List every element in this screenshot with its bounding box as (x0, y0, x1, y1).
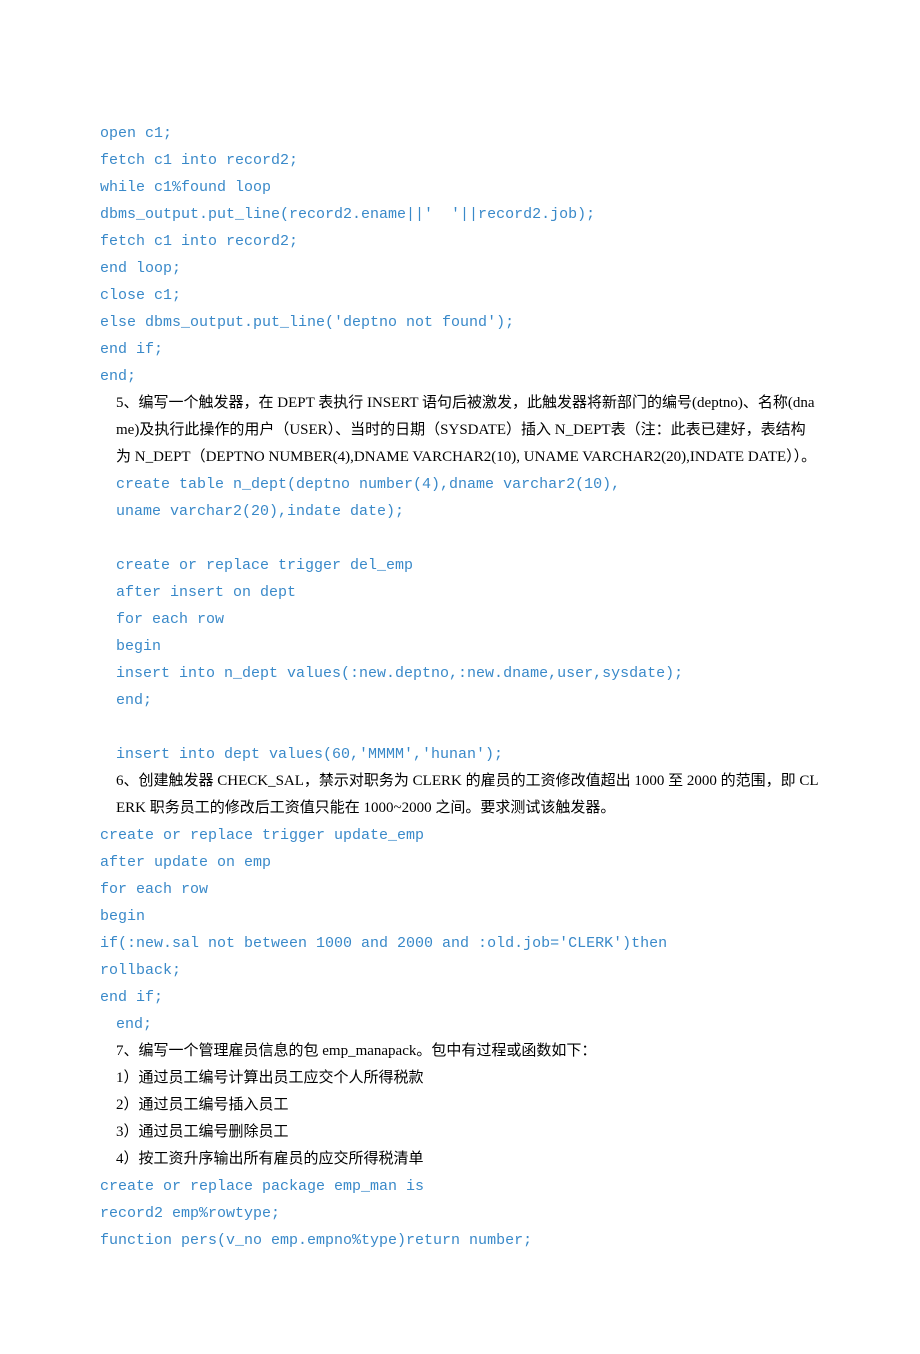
document-line (100, 714, 820, 741)
document-line: 6、创建触发器 CHECK_SAL，禁示对职务为 CLERK 的雇员的工资修改值… (100, 768, 820, 822)
document-line: 3）通过员工编号删除员工 (100, 1119, 820, 1146)
document-line: dbms_output.put_line(record2.ename||' '|… (100, 201, 820, 228)
document-line: 4）按工资升序输出所有雇员的应交所得税清单 (100, 1146, 820, 1173)
document-line: create table n_dept(deptno number(4),dna… (100, 471, 820, 498)
document-line: begin (100, 903, 820, 930)
document-line: begin (100, 633, 820, 660)
document-line: end loop; (100, 255, 820, 282)
document-line: uname varchar2(20),indate date); (100, 498, 820, 525)
document-line: fetch c1 into record2; (100, 147, 820, 174)
document-line: for each row (100, 606, 820, 633)
document-line: while c1%found loop (100, 174, 820, 201)
document-line: end if; (100, 336, 820, 363)
document-line: insert into dept values(60,'MMMM','hunan… (100, 741, 820, 768)
document-line: create or replace trigger update_emp (100, 822, 820, 849)
document-line: else dbms_output.put_line('deptno not fo… (100, 309, 820, 336)
document-line: create or replace trigger del_emp (100, 552, 820, 579)
document-line: if(:new.sal not between 1000 and 2000 an… (100, 930, 820, 957)
document-line: end; (100, 363, 820, 390)
document-line: after update on emp (100, 849, 820, 876)
document-line: close c1; (100, 282, 820, 309)
document-line: end; (100, 687, 820, 714)
document-line: function pers(v_no emp.empno%type)return… (100, 1227, 820, 1254)
document-line: create or replace package emp_man is (100, 1173, 820, 1200)
document-line: 2）通过员工编号插入员工 (100, 1092, 820, 1119)
document-line: insert into n_dept values(:new.deptno,:n… (100, 660, 820, 687)
document-line: end if; (100, 984, 820, 1011)
document-line: fetch c1 into record2; (100, 228, 820, 255)
document-line: record2 emp%rowtype; (100, 1200, 820, 1227)
document-line: 5、编写一个触发器，在 DEPT 表执行 INSERT 语句后被激发，此触发器将… (100, 390, 820, 471)
document-line: rollback; (100, 957, 820, 984)
document-line: end; (100, 1011, 820, 1038)
document-line: after insert on dept (100, 579, 820, 606)
document-page: open c1;fetch c1 into record2;while c1%f… (0, 0, 920, 1354)
document-line: open c1; (100, 120, 820, 147)
document-line: 7、编写一个管理雇员信息的包 emp_manapack。包中有过程或函数如下： (100, 1038, 820, 1065)
document-line: for each row (100, 876, 820, 903)
document-line: 1）通过员工编号计算出员工应交个人所得税款 (100, 1065, 820, 1092)
document-line (100, 525, 820, 552)
